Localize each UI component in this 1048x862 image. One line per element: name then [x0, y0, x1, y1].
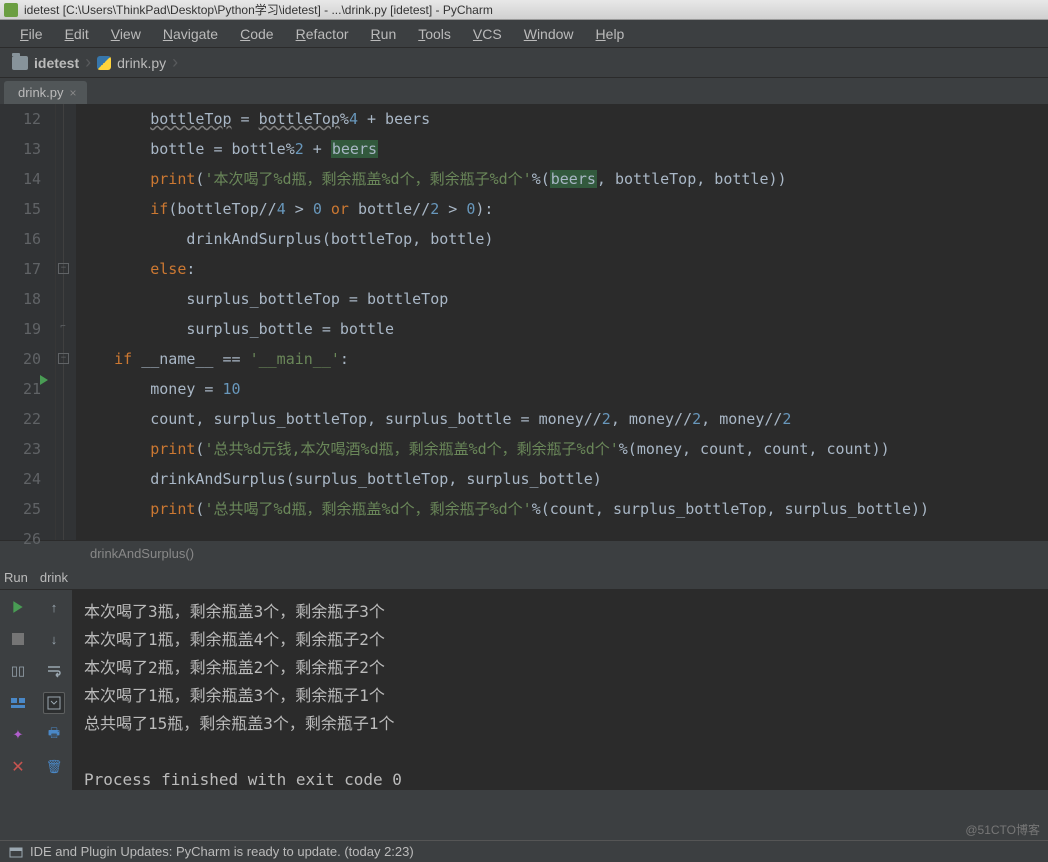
stop-button[interactable]	[7, 628, 29, 650]
code-line[interactable]: if(bottleTop//4 > 0 or bottle//2 > 0):	[78, 194, 929, 224]
editor-tabs: drink.py ×	[0, 78, 1048, 104]
status-message: IDE and Plugin Updates: PyCharm is ready…	[30, 844, 414, 859]
console-line	[84, 738, 1036, 766]
code-line[interactable]: print('本次喝了%d瓶，剩余瓶盖%d个，剩余瓶子%d个'%(beers, …	[78, 164, 929, 194]
window-title: idetest [C:\Users\ThinkPad\Desktop\Pytho…	[24, 1, 493, 18]
run-console: ▯▯ ✦ ✕ ↑ ↓ 🖶 🗑 本次喝了3瓶，剩余瓶盖3个，剩余瓶子3个本次喝了1…	[0, 590, 1048, 790]
code-line[interactable]: bottleTop = bottleTop%4 + beers	[78, 104, 929, 134]
line-number: 17	[0, 254, 41, 284]
code-line[interactable]	[78, 524, 929, 554]
line-number: 15	[0, 194, 41, 224]
fold-column: − − ⌐	[56, 104, 76, 540]
line-number: 22	[0, 404, 41, 434]
close-icon[interactable]: ×	[70, 86, 77, 100]
line-number: 21	[0, 374, 41, 404]
menu-code[interactable]: Code	[230, 22, 283, 46]
menu-navigate[interactable]: Navigate	[153, 22, 228, 46]
editor[interactable]: 121314151617181920212223242526 − − ⌐ bot…	[0, 104, 1048, 540]
console-line: 本次喝了3瓶，剩余瓶盖3个，剩余瓶子3个	[84, 598, 1036, 626]
rerun-button[interactable]	[7, 596, 29, 618]
run-config-name: drink	[40, 570, 68, 585]
tab-drink[interactable]: drink.py ×	[4, 81, 87, 104]
line-number: 18	[0, 284, 41, 314]
code-line[interactable]: surplus_bottleTop = bottleTop	[78, 284, 929, 314]
print-button[interactable]: 🖶	[43, 724, 65, 746]
restore-layout-button[interactable]	[7, 692, 29, 714]
menu-edit[interactable]: Edit	[55, 22, 99, 46]
menu-help[interactable]: Help	[586, 22, 635, 46]
console-line: 总共喝了15瓶，剩余瓶盖3个，剩余瓶子1个	[84, 710, 1036, 738]
pin-button[interactable]: ✦	[7, 724, 29, 746]
breadcrumb-project[interactable]: idetest	[34, 55, 79, 71]
tab-label: drink.py	[18, 85, 64, 100]
menubar: FileEditViewNavigateCodeRefactorRunTools…	[0, 20, 1048, 48]
code-line[interactable]: bottle = bottle%2 + beers	[78, 134, 929, 164]
code-line[interactable]: if __name__ == '__main__':	[78, 344, 929, 374]
line-gutter: 121314151617181920212223242526	[0, 104, 56, 540]
line-number: 26	[0, 524, 41, 554]
console-output[interactable]: 本次喝了3瓶，剩余瓶盖3个，剩余瓶子3个本次喝了1瓶，剩余瓶盖4个，剩余瓶子2个…	[72, 590, 1048, 790]
run-gutter-icon[interactable]	[38, 374, 50, 386]
menu-refactor[interactable]: Refactor	[286, 22, 359, 46]
python-icon	[97, 56, 111, 70]
fold-end-marker[interactable]: ⌐	[56, 323, 70, 334]
line-number: 19	[0, 314, 41, 344]
breadcrumb-file[interactable]: drink.py	[117, 55, 166, 71]
window-titlebar: idetest [C:\Users\ThinkPad\Desktop\Pytho…	[0, 0, 1048, 20]
menu-tools[interactable]: Tools	[408, 22, 461, 46]
run-toolwindow-header[interactable]: Run drink	[0, 566, 1048, 590]
line-number: 13	[0, 134, 41, 164]
clear-all-button[interactable]: 🗑	[43, 756, 65, 778]
code-line[interactable]: count, surplus_bottleTop, surplus_bottle…	[78, 404, 929, 434]
code-line[interactable]: drinkAndSurplus(bottleTop, bottle)	[78, 224, 929, 254]
menu-window[interactable]: Window	[514, 22, 584, 46]
chevron-right-icon: ›	[85, 52, 91, 73]
code-area[interactable]: bottleTop = bottleTop%4 + beers bottle =…	[76, 104, 929, 540]
app-icon	[4, 3, 18, 17]
scroll-to-end-button[interactable]	[43, 692, 65, 714]
menu-run[interactable]: Run	[361, 22, 407, 46]
console-toolbar-left: ▯▯ ✦ ✕	[0, 590, 36, 790]
fold-marker[interactable]: −	[58, 263, 69, 274]
code-line[interactable]: surplus_bottle = bottle	[78, 314, 929, 344]
code-line[interactable]: print('总共喝了%d瓶，剩余瓶盖%d个，剩余瓶子%d个'%(count, …	[78, 494, 929, 524]
up-arrow-icon[interactable]: ↑	[43, 596, 65, 618]
folder-icon	[12, 56, 28, 70]
code-line[interactable]: print('总共%d元钱,本次喝酒%d瓶，剩余瓶盖%d个，剩余瓶子%d个'%(…	[78, 434, 929, 464]
console-line: Process finished with exit code 0	[84, 766, 1036, 794]
console-line: 本次喝了2瓶，剩余瓶盖2个，剩余瓶子2个	[84, 654, 1036, 682]
watermark: @51CTO博客	[965, 821, 1040, 838]
line-number: 25	[0, 494, 41, 524]
menu-vcs[interactable]: VCS	[463, 22, 512, 46]
statusbar[interactable]: IDE and Plugin Updates: PyCharm is ready…	[0, 840, 1048, 862]
run-label: Run	[4, 570, 28, 585]
code-line[interactable]: drinkAndSurplus(surplus_bottleTop, surpl…	[78, 464, 929, 494]
menu-file[interactable]: File	[10, 22, 53, 46]
soft-wrap-button[interactable]	[43, 660, 65, 682]
console-line: 本次喝了1瓶，剩余瓶盖4个，剩余瓶子2个	[84, 626, 1036, 654]
console-line: 本次喝了1瓶，剩余瓶盖3个，剩余瓶子1个	[84, 682, 1036, 710]
line-number: 12	[0, 104, 41, 134]
line-number: 20	[0, 344, 41, 374]
close-tab-button[interactable]: ✕	[7, 756, 29, 778]
fold-marker[interactable]: −	[58, 353, 69, 364]
code-line[interactable]: money = 10	[78, 374, 929, 404]
line-number: 23	[0, 434, 41, 464]
down-arrow-icon[interactable]: ↓	[43, 628, 65, 650]
code-line[interactable]: else:	[78, 254, 929, 284]
menu-view[interactable]: View	[101, 22, 151, 46]
line-number: 24	[0, 464, 41, 494]
line-number: 16	[0, 224, 41, 254]
notification-icon	[8, 844, 24, 860]
pause-button[interactable]: ▯▯	[7, 660, 29, 682]
line-number: 14	[0, 164, 41, 194]
console-toolbar-right: ↑ ↓ 🖶 🗑	[36, 590, 72, 790]
breadcrumb: idetest › drink.py ›	[0, 48, 1048, 78]
chevron-right-icon: ›	[172, 52, 178, 73]
